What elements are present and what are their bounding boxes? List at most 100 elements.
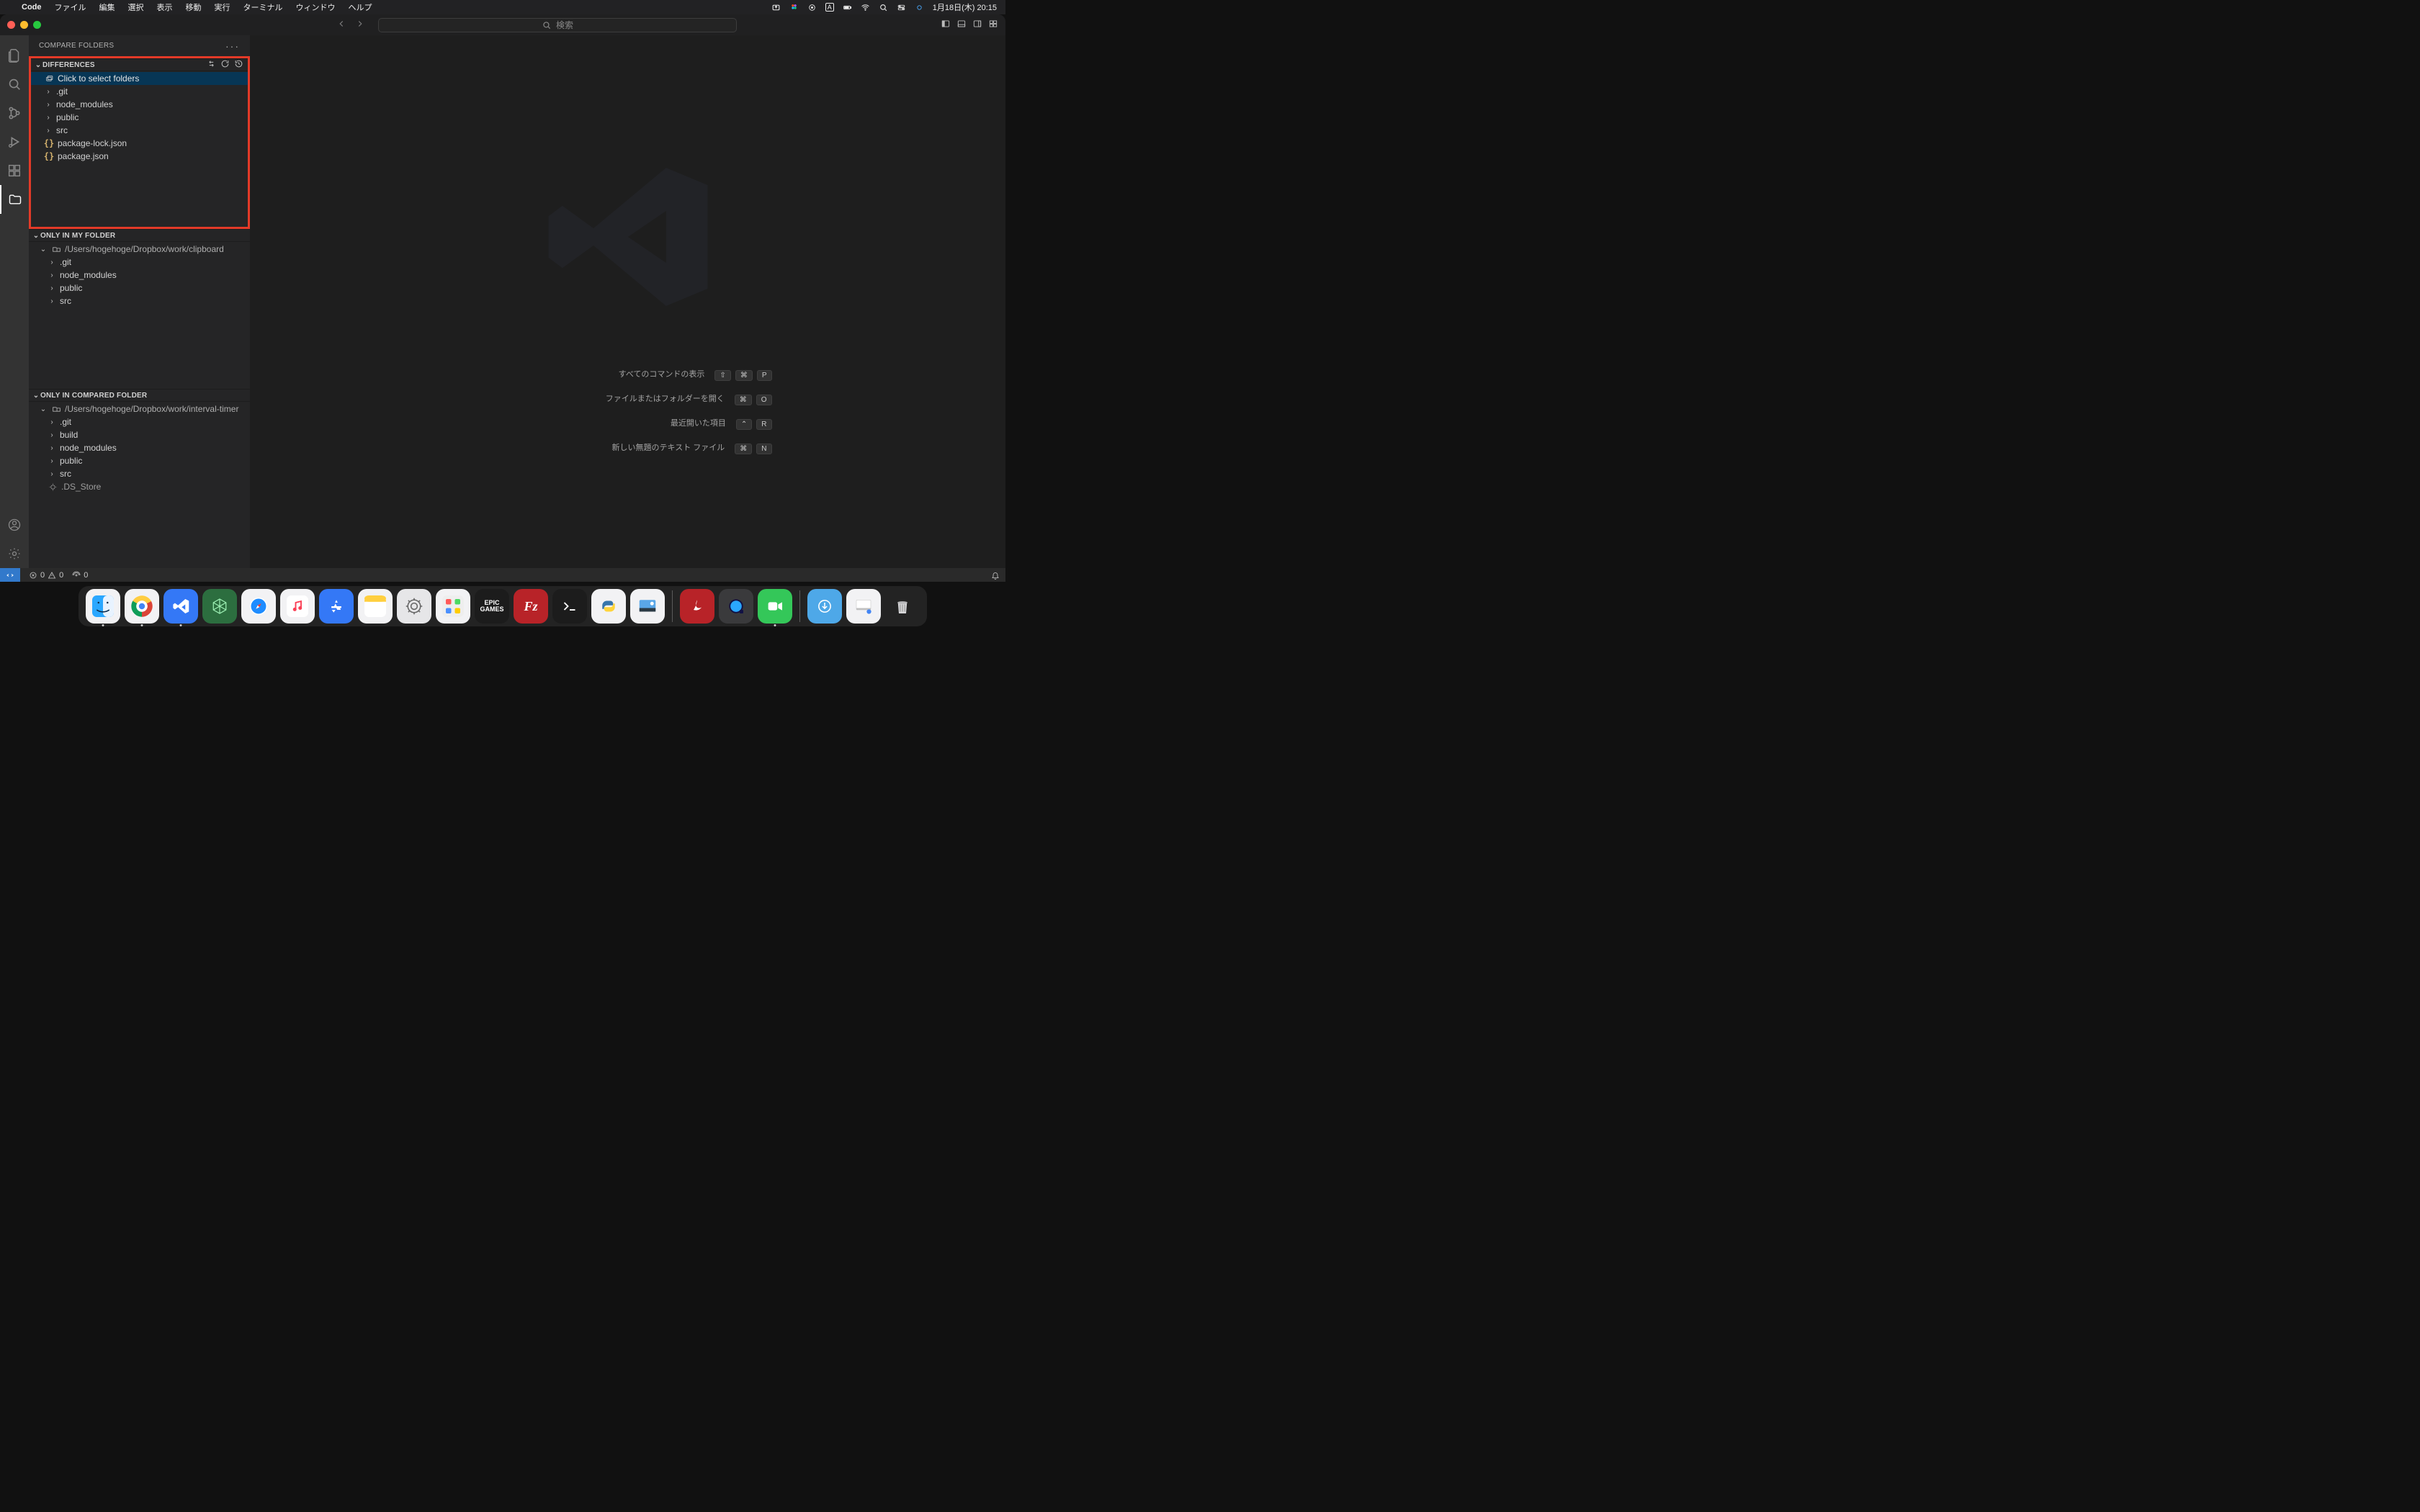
siri-icon[interactable] [915, 3, 924, 12]
input-indicator-icon[interactable]: A [825, 3, 834, 12]
tree-row[interactable]: ›node_modules [29, 269, 250, 282]
dock-app-python[interactable] [591, 589, 626, 624]
dock-app-preview[interactable] [630, 589, 665, 624]
layout-panel-icon[interactable] [956, 19, 967, 31]
status-ports[interactable]: 0 [72, 571, 88, 580]
command-center-search[interactable]: 検索 [378, 18, 737, 32]
figma-menubar-icon[interactable] [789, 3, 799, 12]
tree-row[interactable]: ›build [29, 428, 250, 441]
control-center-icon[interactable] [897, 3, 906, 12]
menu-view[interactable]: 表示 [157, 1, 173, 13]
menu-edit[interactable]: 編集 [99, 1, 115, 13]
folders-icon [44, 74, 54, 84]
macos-dock: EPICGAMES Fz [79, 586, 927, 626]
spotlight-icon[interactable] [879, 3, 888, 12]
tree-row-src[interactable]: ›src [31, 124, 248, 137]
dock-app-epic[interactable]: EPICGAMES [475, 589, 509, 624]
screen-share-icon[interactable] [771, 3, 781, 12]
menu-go[interactable]: 移動 [186, 1, 202, 13]
dock-folder-stack[interactable] [846, 589, 881, 624]
chevron-right-icon: › [44, 127, 53, 135]
dock-folder-downloads[interactable] [807, 589, 842, 624]
menu-selection[interactable]: 選択 [128, 1, 144, 13]
dock-app-safari[interactable] [241, 589, 276, 624]
tree-row-package-lock[interactable]: {}package-lock.json [31, 137, 248, 150]
dock-app-green[interactable] [202, 589, 237, 624]
chevron-right-icon: › [44, 114, 53, 122]
tree-row[interactable]: ›public [29, 282, 250, 294]
keycap: ⌘ [735, 395, 752, 405]
tree-row-git[interactable]: ›.git [31, 85, 248, 98]
dock-app-quicktime[interactable] [719, 589, 753, 624]
tree-item-label: .git [56, 86, 68, 96]
status-notifications[interactable] [991, 571, 1000, 580]
tree-row-public[interactable]: ›public [31, 111, 248, 124]
dock-trash[interactable] [885, 589, 920, 624]
battery-icon[interactable] [843, 3, 852, 12]
only-compared-path-row[interactable]: ⌄ /Users/hogehoge/Dropbox/work/interval-… [29, 402, 250, 415]
tree-row[interactable]: ›src [29, 467, 250, 480]
welcome-label: ファイルまたはフォルダーを開く [484, 394, 725, 405]
activity-settings[interactable] [0, 539, 29, 568]
app-name-menu[interactable]: Code [22, 3, 42, 12]
tree-row-node-modules[interactable]: ›node_modules [31, 98, 248, 111]
activity-compare-folders[interactable] [0, 185, 29, 214]
only-compared-path-label: /Users/hogehoge/Dropbox/work/interval-ti… [65, 404, 238, 414]
activity-scm[interactable] [0, 99, 29, 127]
history-icon[interactable] [234, 59, 243, 71]
menu-help[interactable]: ヘルプ [349, 1, 372, 13]
tree-row[interactable]: ›node_modules [29, 441, 250, 454]
menubar-datetime[interactable]: 1月18日(木) 20:15 [933, 1, 997, 13]
dock-app-terminal[interactable] [552, 589, 587, 624]
customize-layout-icon[interactable] [988, 19, 998, 31]
dock-app-launchpad[interactable] [436, 589, 470, 624]
tree-row[interactable]: ›.git [29, 256, 250, 269]
status-problems[interactable]: 0 0 [29, 571, 63, 580]
menu-window[interactable]: ウィンドウ [296, 1, 336, 13]
dock-app-acrobat[interactable] [680, 589, 714, 624]
dock-app-vscode[interactable] [163, 589, 198, 624]
nav-forward-icon[interactable] [355, 19, 365, 31]
tree-row-package-json[interactable]: {}package.json [31, 150, 248, 163]
dock-app-finder[interactable] [86, 589, 120, 624]
status-remote[interactable] [0, 568, 20, 582]
dock-app-chrome[interactable] [125, 589, 159, 624]
layout-secondary-sidebar-icon[interactable] [972, 19, 982, 31]
window-zoom-icon[interactable] [33, 21, 41, 29]
menu-run[interactable]: 実行 [215, 1, 230, 13]
dock-app-filezilla[interactable]: Fz [514, 589, 548, 624]
activity-accounts[interactable] [0, 510, 29, 539]
tree-row[interactable]: ›src [29, 294, 250, 307]
nav-back-icon[interactable] [336, 19, 346, 31]
window-close-icon[interactable] [7, 21, 15, 29]
activity-extensions[interactable] [0, 156, 29, 185]
activity-search[interactable] [0, 70, 29, 99]
wifi-icon[interactable] [861, 3, 870, 12]
activity-debug[interactable] [0, 127, 29, 156]
record-icon[interactable] [807, 3, 817, 12]
window-minimize-icon[interactable] [20, 21, 28, 29]
only-my-path-row[interactable]: ⌄ /Users/hogehoge/Dropbox/work/clipboard [29, 243, 250, 256]
tree-item-label: src [60, 296, 71, 306]
click-select-folders-row[interactable]: Click to select folders [31, 72, 248, 85]
dock-app-music[interactable] [280, 589, 315, 624]
tree-row[interactable]: ›.git [29, 415, 250, 428]
tree-row[interactable]: ›public [29, 454, 250, 467]
swap-folders-icon[interactable] [207, 59, 216, 71]
activity-explorer[interactable] [0, 41, 29, 70]
menu-file[interactable]: ファイル [55, 1, 86, 13]
keycap: ⌘ [735, 370, 753, 381]
layout-primary-sidebar-icon[interactable] [941, 19, 951, 31]
panel-more-actions[interactable]: ··· [225, 40, 240, 52]
dock-app-settings[interactable] [397, 589, 431, 624]
section-only-my-header[interactable]: ⌄ ONLY IN MY FOLDER [29, 229, 250, 242]
section-differences-header[interactable]: ⌄ DIFFERENCES [31, 58, 248, 71]
menu-terminal[interactable]: ターミナル [243, 1, 283, 13]
dock-app-appstore[interactable] [319, 589, 354, 624]
dock-app-notes[interactable] [358, 589, 393, 624]
chevron-right-icon: › [48, 418, 56, 426]
tree-row-dsstore[interactable]: .DS_Store [29, 480, 250, 493]
dock-app-facetime[interactable] [758, 589, 792, 624]
section-only-compared-header[interactable]: ⌄ ONLY IN COMPARED FOLDER [29, 389, 250, 402]
refresh-icon[interactable] [220, 59, 230, 71]
